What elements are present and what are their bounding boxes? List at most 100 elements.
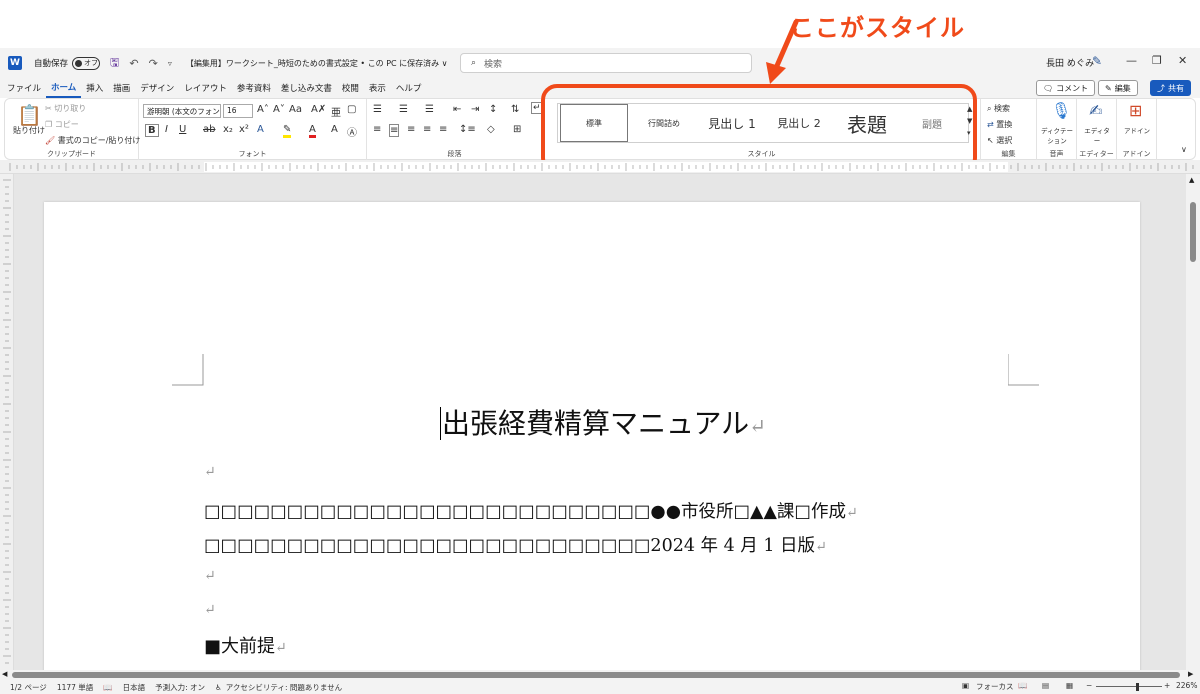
share-button[interactable]: ⤴ 共有 — [1150, 80, 1191, 96]
tab-layout[interactable]: レイアウト — [179, 78, 232, 98]
text-effects-icon[interactable]: A — [257, 124, 264, 135]
paste-icon[interactable]: 📋 — [17, 103, 42, 127]
italic-icon[interactable]: I — [165, 124, 168, 135]
author-line[interactable]: □□□□□□□□□□□□□□□□□□□□□□□□□□□●●市役所□▲▲課□作成↵ — [204, 498, 858, 523]
zoom-level[interactable]: 226% — [1176, 681, 1197, 690]
addins-button[interactable]: アドイン — [1121, 125, 1153, 135]
find-button[interactable]: ⌕ 検索 — [987, 103, 1010, 114]
addins-icon[interactable]: ⊞ — [1129, 101, 1142, 120]
tab-references[interactable]: 参考資料 — [232, 78, 276, 98]
tab-help[interactable]: ヘルプ — [391, 78, 427, 98]
focus-icon[interactable]: ▣ — [962, 681, 969, 690]
scroll-up-icon[interactable]: ▲ — [1189, 176, 1194, 184]
user-name[interactable]: 長田 めぐみ — [1046, 56, 1094, 69]
horizontal-ruler[interactable] — [0, 160, 1200, 174]
predictive-text[interactable]: 予測入力: オン — [155, 682, 205, 693]
multilevel-list-icon[interactable]: ☰ — [425, 104, 434, 115]
close-icon[interactable]: ✕ — [1178, 54, 1187, 67]
language[interactable]: 日本語 — [123, 682, 146, 693]
underline-icon[interactable]: U — [179, 124, 186, 135]
justify-icon[interactable]: ≡ — [423, 124, 431, 135]
change-case-icon[interactable]: Aa — [289, 104, 302, 115]
document-title[interactable]: 【編集用】ワークシート_時短のための書式設定 • この PC に保存済み ∨ — [186, 58, 448, 69]
decrease-indent-icon[interactable]: ⇤ — [453, 104, 461, 115]
increase-indent-icon[interactable]: ⇥ — [471, 104, 479, 115]
shrink-font-icon[interactable]: A˅ — [273, 104, 285, 115]
tab-mailings[interactable]: 差し込み文書 — [276, 78, 337, 98]
replace-button[interactable]: ⇄ 置換 — [987, 119, 1012, 130]
empty-paragraph[interactable]: ↵ — [204, 568, 216, 584]
style-no-spacing[interactable]: 行間詰め — [632, 104, 696, 142]
paste-button[interactable]: 貼り付け — [13, 125, 45, 136]
zoom-slider[interactable] — [1096, 686, 1162, 687]
vertical-ruler[interactable] — [0, 174, 14, 670]
customize-toolbar-icon[interactable]: ▿ — [168, 59, 172, 68]
zoom-slider-thumb[interactable] — [1136, 683, 1139, 691]
redo-icon[interactable]: ↷ — [149, 57, 158, 70]
tab-view[interactable]: 表示 — [364, 78, 391, 98]
style-title[interactable]: 表題 — [832, 104, 902, 142]
proofing-icon[interactable]: 📖 — [103, 683, 112, 692]
style-subtitle[interactable]: 副題 — [902, 104, 962, 142]
vertical-scrollbar[interactable]: ▲ — [1186, 174, 1200, 670]
tab-insert[interactable]: 挿入 — [81, 78, 108, 98]
search-input[interactable]: ⌕ 検索 — [460, 53, 752, 73]
accessibility-icon[interactable]: ♿ — [215, 683, 222, 692]
clear-format-icon[interactable]: A✗ — [311, 104, 326, 115]
font-color-icon[interactable]: A — [309, 124, 316, 138]
style-normal[interactable]: 標準 — [560, 104, 628, 142]
horizontal-scrollbar[interactable]: ◀ ▶ — [0, 670, 1200, 680]
autosave-toggle[interactable]: オフ — [72, 56, 101, 70]
read-mode-icon[interactable]: 📖 — [1018, 681, 1027, 690]
focus-mode[interactable]: フォーカス — [976, 681, 1014, 692]
tab-design[interactable]: デザイン — [135, 78, 179, 98]
zoom-in-icon[interactable]: + — [1164, 681, 1170, 690]
text-direction-icon[interactable]: ↕ — [489, 104, 497, 115]
char-shading-icon[interactable]: A — [331, 124, 338, 135]
font-size-select[interactable]: 16 — [223, 104, 253, 118]
sort-icon[interactable]: ⇅ — [511, 104, 519, 115]
styles-more-icon[interactable]: ▾ — [967, 129, 971, 137]
empty-paragraph[interactable]: ↵ — [204, 464, 216, 480]
document-page[interactable]: 出張経費精算マニュアル↵ ↵ □□□□□□□□□□□□□□□□□□□□□□□□□… — [44, 202, 1140, 670]
show-marks-icon[interactable]: ↵ — [531, 102, 543, 114]
select-button[interactable]: ↖ 選択 — [987, 135, 1012, 146]
page-count[interactable]: 1/2 ページ — [10, 682, 47, 693]
format-painter-button[interactable]: 🖌 書式のコピー/貼り付け — [45, 135, 140, 146]
tab-home[interactable]: ホーム — [46, 78, 82, 98]
styles-scroll-down-icon[interactable]: ▼ — [967, 117, 972, 125]
strikethrough-icon[interactable]: ab — [203, 124, 215, 135]
scroll-left-icon[interactable]: ◀ — [2, 670, 7, 678]
bold-icon[interactable]: B — [145, 124, 159, 137]
numbering-icon[interactable]: ☰ — [399, 104, 408, 115]
bullets-icon[interactable]: ☰ — [373, 104, 382, 115]
align-left-icon[interactable]: ≡ — [373, 124, 381, 135]
highlight-icon[interactable]: ✎ — [283, 124, 292, 138]
align-right-icon[interactable]: ≡ — [407, 124, 415, 135]
distribute-icon[interactable]: ≡ — [439, 124, 447, 135]
line-spacing-icon[interactable]: ↕≡ — [459, 124, 476, 135]
word-count[interactable]: 1177 単語 — [57, 682, 93, 693]
copy-button[interactable]: ❐ コピー — [45, 119, 79, 130]
comment-button[interactable]: 🗨 コメント — [1036, 80, 1096, 96]
grow-font-icon[interactable]: A˄ — [257, 104, 269, 115]
editor-button[interactable]: エディター — [1081, 125, 1113, 145]
font-name-select[interactable]: 游明朝 (本文のフォン — [143, 104, 221, 118]
vertical-scroll-thumb[interactable] — [1190, 202, 1196, 262]
undo-icon[interactable]: ↶ — [129, 57, 138, 70]
horizontal-scroll-thumb[interactable] — [12, 672, 1180, 678]
edit-mode-button[interactable]: ✎ 編集 — [1098, 80, 1138, 96]
section-heading[interactable]: ■大前提↵ — [204, 632, 287, 658]
styles-scroll-up-icon[interactable]: ▲ — [967, 105, 972, 113]
minimize-icon[interactable]: — — [1126, 54, 1137, 67]
scroll-right-icon[interactable]: ▶ — [1188, 670, 1193, 678]
editor-icon[interactable]: ✍ — [1089, 101, 1102, 120]
save-icon[interactable]: 🖫 — [110, 54, 119, 73]
tab-draw[interactable]: 描画 — [108, 78, 135, 98]
web-layout-icon[interactable]: ▦ — [1066, 681, 1073, 690]
accessibility-status[interactable]: アクセシビリティ: 問題ありません — [226, 682, 342, 693]
subscript-icon[interactable]: x₂ — [223, 124, 233, 135]
zoom-out-icon[interactable]: − — [1086, 681, 1092, 690]
enclose-char-icon[interactable]: Ⓐ — [347, 124, 357, 139]
print-layout-icon[interactable]: ▤ — [1042, 681, 1049, 690]
